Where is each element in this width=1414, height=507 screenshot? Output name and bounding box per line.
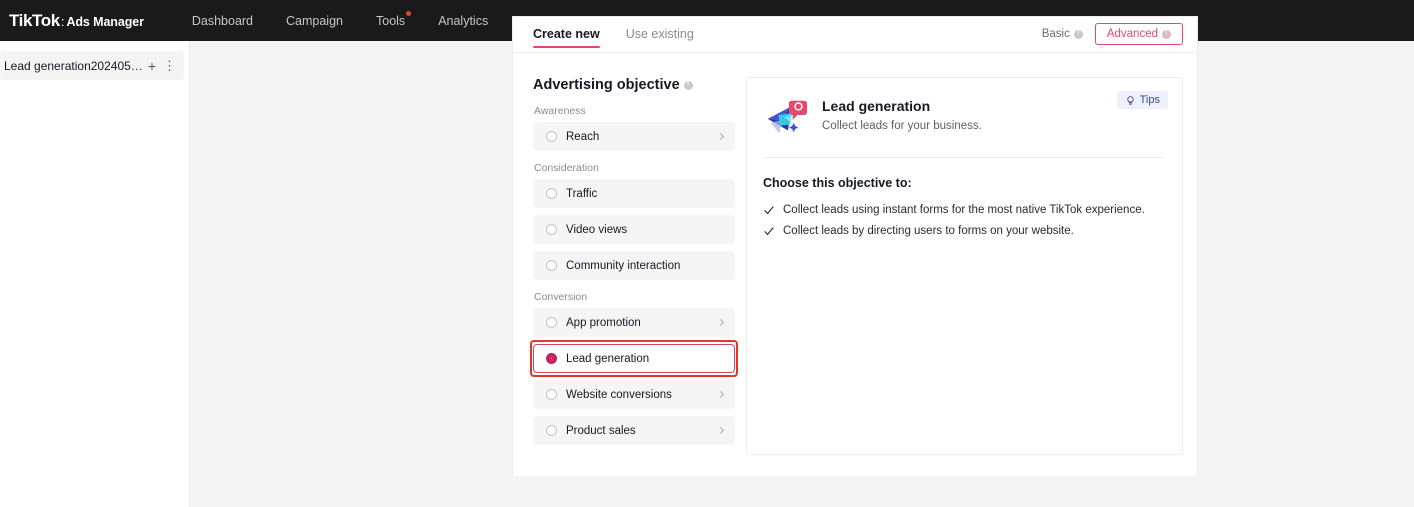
objective-group-consideration: Consideration Traffic Video views Commun… [533, 162, 735, 280]
benefit-text: Collect leads using instant forms for th… [783, 204, 1145, 216]
mode-basic-button[interactable]: Basic [1042, 28, 1083, 40]
advertising-objective-column: Advertising objective Awareness Reach Co… [530, 77, 738, 456]
tab-create-new[interactable]: Create new [533, 27, 600, 48]
nav-item-label: Tools [376, 13, 406, 28]
info-icon[interactable] [1162, 29, 1171, 39]
chevron-right-icon [716, 318, 725, 327]
radio-icon[interactable] [546, 224, 557, 235]
detail-header-text: Lead generation Collect leads for your b… [822, 94, 982, 132]
check-icon [764, 227, 774, 236]
group-label: Conversion [534, 291, 588, 303]
objective-option-label: App promotion [566, 316, 641, 329]
panel-header: Create new Use existing Basic Advanced [513, 17, 1197, 53]
mode-switch: Basic Advanced [1042, 23, 1183, 45]
objective-group-conversion: Conversion App promotion Lead generation [530, 291, 738, 445]
campaign-setup-panel: Create new Use existing Basic Advanced [512, 16, 1198, 476]
brand-logo[interactable]: TikTok : Ads Manager [0, 11, 144, 31]
mode-advanced-label: Advanced [1106, 28, 1158, 40]
advertising-objective-title: Advertising objective [533, 77, 680, 93]
nav-items: Dashboard Campaign Tools Analytics [192, 10, 521, 28]
objective-option-reach[interactable]: Reach [533, 122, 735, 151]
objective-option-label: Video views [566, 223, 628, 236]
more-options-icon[interactable]: ⋮ [163, 59, 178, 72]
tab-label: Use existing [625, 27, 694, 41]
sidebar-item-campaign-draft[interactable]: Lead generation2024052... + ⋮ [0, 51, 184, 80]
objective-option-label: Product sales [566, 424, 636, 437]
nav-item-label: Dashboard [191, 13, 254, 28]
lead-generation-icon [767, 100, 808, 134]
detail-title: Lead generation [822, 98, 931, 114]
objective-option-app-promotion[interactable]: App promotion [533, 308, 735, 337]
brand-tiktok-text: TikTok [9, 10, 60, 30]
list-item: Collect leads by directing users to form… [763, 224, 1164, 238]
left-sidebar: Lead generation2024052... + ⋮ [0, 41, 190, 507]
radio-icon[interactable] [546, 260, 557, 271]
add-tab-icon[interactable]: + [148, 59, 156, 73]
radio-icon-selected[interactable] [546, 353, 557, 364]
objective-option-label: Lead generation [566, 352, 650, 365]
divider [763, 157, 1164, 158]
list-item: Collect leads using instant forms for th… [763, 203, 1164, 217]
app-root: TikTok : Ads Manager Dashboard Campaign … [0, 0, 1414, 507]
page-title: Advertising objective [533, 77, 735, 93]
group-label: Consideration [534, 162, 599, 174]
nav-item-label: Analytics [438, 13, 489, 28]
group-label: Awareness [534, 105, 586, 117]
nav-item-tools[interactable]: Tools [376, 10, 412, 28]
nav-item-campaign[interactable]: Campaign [286, 14, 343, 28]
chevron-right-icon [716, 426, 725, 435]
nav-item-label: Campaign [286, 13, 343, 28]
detail-subtitle: Collect leads for your business. [822, 120, 982, 132]
panel-body: Advertising objective Awareness Reach Co… [513, 53, 1197, 456]
tab-use-existing[interactable]: Use existing [626, 27, 694, 48]
lightbulb-icon [1126, 95, 1134, 105]
objective-option-traffic[interactable]: Traffic [533, 179, 735, 208]
choose-objective-title: Choose this objective to: [763, 176, 912, 190]
panel-tabs: Create new Use existing [533, 27, 720, 48]
objective-benefits-list: Collect leads using instant forms for th… [763, 203, 1164, 238]
chevron-right-icon [716, 390, 725, 399]
brand-ads-manager-text: Ads Manager [66, 14, 144, 29]
objective-option-label: Community interaction [566, 259, 681, 272]
objective-option-video-views[interactable]: Video views [533, 215, 735, 244]
objective-option-label: Reach [566, 130, 600, 143]
tips-label: Tips [1139, 94, 1160, 106]
objective-option-community-interaction[interactable]: Community interaction [533, 251, 735, 280]
nav-item-dashboard[interactable]: Dashboard [192, 14, 253, 28]
objective-detail-card: Tips Lead generation Collect leads for y… [746, 77, 1183, 455]
nav-item-analytics[interactable]: Analytics [438, 14, 488, 28]
objective-option-lead-generation[interactable]: Lead generation [530, 340, 738, 377]
benefit-text: Collect leads by directing users to form… [783, 225, 1074, 237]
objective-option-product-sales[interactable]: Product sales [533, 416, 735, 445]
radio-icon[interactable] [546, 425, 557, 436]
objective-option-label: Traffic [566, 187, 598, 200]
objective-option-label: Website conversions [566, 388, 672, 401]
mode-basic-label: Basic [1041, 28, 1070, 40]
radio-icon[interactable] [546, 317, 557, 328]
info-icon[interactable] [683, 80, 693, 90]
notification-dot-icon [406, 10, 412, 16]
radio-icon[interactable] [546, 389, 557, 400]
mode-advanced-button[interactable]: Advanced [1094, 23, 1183, 45]
sidebar-item-label: Lead generation2024052... [4, 58, 144, 73]
radio-icon[interactable] [546, 131, 557, 142]
objective-group-awareness: Awareness Reach [533, 105, 735, 151]
brand-colon: : [60, 13, 65, 29]
detail-header: Lead generation Collect leads for your b… [763, 94, 1164, 138]
info-icon[interactable] [1073, 29, 1083, 39]
objective-option-website-conversions[interactable]: Website conversions [533, 380, 735, 409]
check-icon [764, 206, 774, 215]
chevron-right-icon [716, 132, 725, 141]
tab-label: Create new [533, 27, 600, 41]
radio-icon[interactable] [546, 188, 557, 199]
tips-button[interactable]: Tips [1116, 91, 1168, 109]
